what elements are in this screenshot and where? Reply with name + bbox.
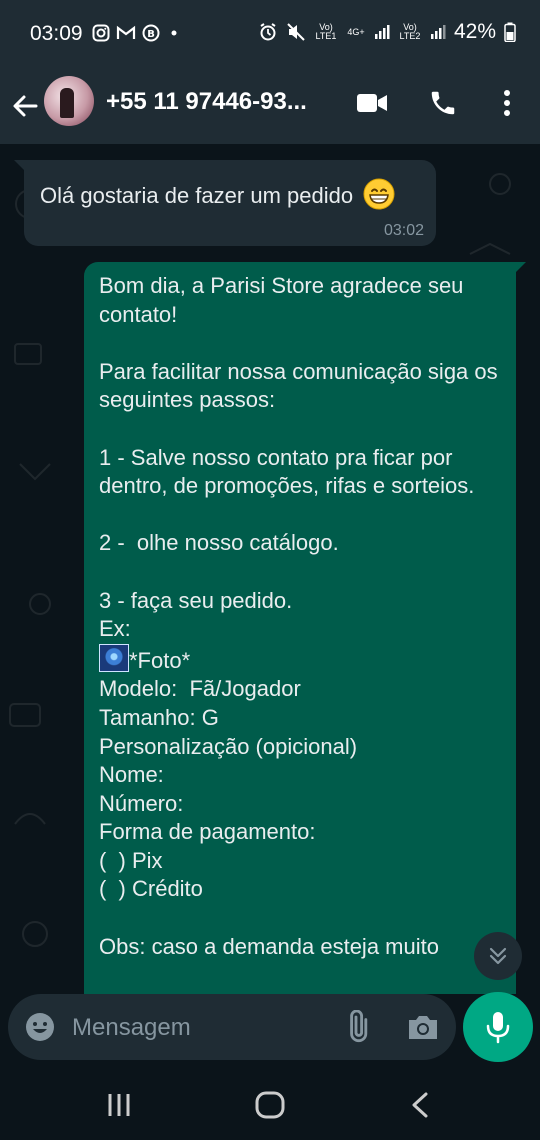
video-call-icon[interactable] <box>356 92 388 114</box>
system-nav-bar <box>0 1070 540 1140</box>
message-composer <box>8 994 456 1060</box>
instagram-icon <box>92 24 110 42</box>
avatar[interactable] <box>44 76 94 126</box>
incoming-message[interactable]: Olá gostaria de fazer um pedido 03:02 <box>14 160 436 246</box>
svg-text:B: B <box>147 29 155 40</box>
sim2-label: Vo) LTE2 <box>399 22 421 41</box>
sim1-label: Vo) LTE1 <box>315 22 337 41</box>
grinning-emoji-icon <box>363 178 395 216</box>
battery-percent: 42% <box>453 20 496 43</box>
chat-area[interactable]: Olá gostaria de fazer um pedido 03:02 Bo… <box>0 144 540 994</box>
status-right-icons: Vo) LTE1 4G+ Vo) LTE2 42% <box>258 20 516 44</box>
signal1-icon <box>374 25 390 39</box>
mic-icon <box>486 1012 510 1044</box>
mute-icon <box>287 23 305 41</box>
photo-label: *Foto* <box>129 647 191 673</box>
mic-button[interactable] <box>463 992 533 1062</box>
more-vert-icon[interactable] <box>500 88 514 118</box>
paperclip-icon[interactable] <box>340 1010 374 1044</box>
message-input[interactable] <box>70 1006 324 1050</box>
chevron-double-down-icon <box>489 947 507 965</box>
incoming-time: 03:02 <box>383 222 424 239</box>
bitcoin-icon: B <box>142 24 160 42</box>
outgoing-text-part2: Modelo: Fã/Jogador Tamanho: G Personaliz… <box>99 676 439 959</box>
phone-icon[interactable] <box>428 88 458 118</box>
notification-icons: B <box>92 24 182 42</box>
alarm-icon <box>260 23 276 41</box>
network-label: 4G+ <box>347 26 365 37</box>
outgoing-message-text: Bom dia, a Parisi Store agradece seu con… <box>99 272 504 961</box>
signal2-icon <box>430 25 446 39</box>
gmail-icon <box>116 25 136 39</box>
status-time: 03:09 <box>30 22 83 45</box>
back-arrow-icon[interactable] <box>10 88 40 124</box>
contact-name[interactable]: +55 11 97446-93... <box>106 88 307 116</box>
recent-apps-icon[interactable] <box>104 1090 134 1120</box>
chat-header: +55 11 97446-93... <box>0 70 540 144</box>
outgoing-text-part1: Bom dia, a Parisi Store agradece seu con… <box>99 273 498 642</box>
battery-icon <box>504 22 516 42</box>
incoming-text: Olá gostaria de fazer um pedido <box>40 182 354 208</box>
emoji-icon[interactable] <box>24 1011 56 1043</box>
back-nav-icon[interactable] <box>408 1090 432 1120</box>
scroll-down-button[interactable] <box>474 932 522 980</box>
incoming-message-text: Olá gostaria de fazer um pedido <box>40 178 395 216</box>
dot-icon <box>171 30 177 36</box>
home-icon[interactable] <box>254 1090 286 1120</box>
camera-icon[interactable] <box>406 1011 440 1043</box>
outgoing-message[interactable]: Bom dia, a Parisi Store agradece seu con… <box>84 262 526 994</box>
fireworks-emoji-icon <box>99 643 129 672</box>
status-bar: 03:09 B Vo) LTE1 4G+ Vo) LTE2 42% <box>0 0 540 70</box>
